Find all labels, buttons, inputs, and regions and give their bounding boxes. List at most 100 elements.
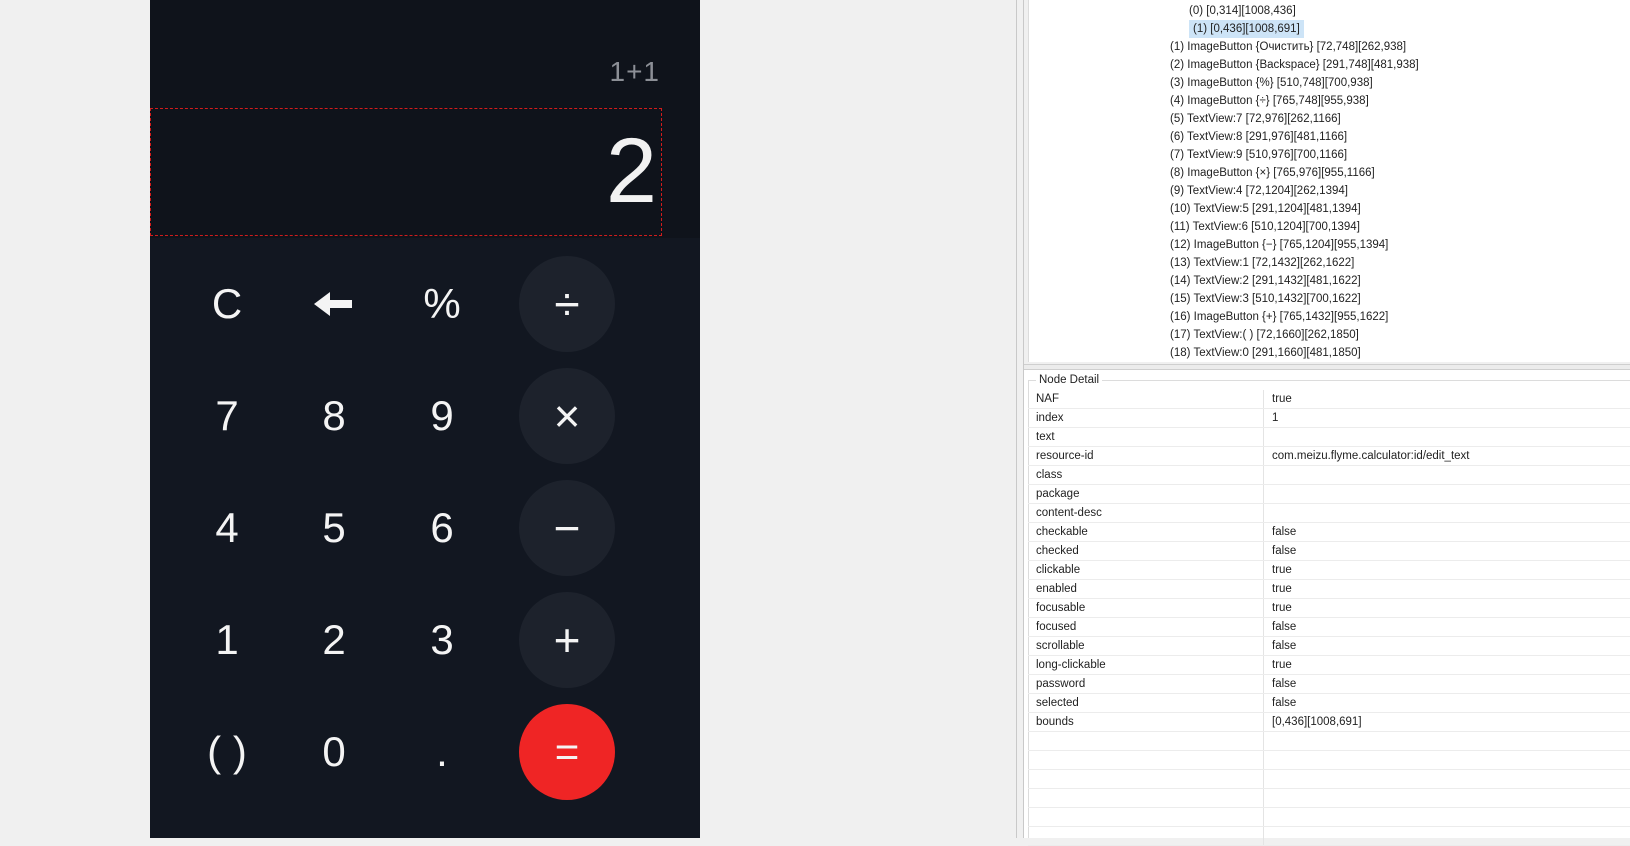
tree-node[interactable]: (6) TextView:8 [291,976][481,1166] [1170, 128, 1347, 146]
detail-key [1028, 732, 1264, 751]
detail-key: checked [1028, 542, 1264, 561]
detail-value: false [1264, 542, 1630, 561]
tree-node[interactable]: (1) ImageButton {Очистить} [72,748][262,… [1170, 38, 1406, 56]
key-label: − [554, 501, 581, 555]
detail-value [1264, 808, 1630, 827]
detail-row[interactable]: checkedfalse [1028, 542, 1630, 561]
detail-row[interactable] [1028, 827, 1630, 846]
detail-value [1264, 732, 1630, 751]
tree-node[interactable]: (13) TextView:1 [72,1432][262,1622] [1170, 254, 1354, 272]
detail-row[interactable]: text [1028, 428, 1630, 447]
detail-row[interactable]: class [1028, 466, 1630, 485]
digit-7-button[interactable]: 7 [179, 368, 275, 464]
detail-row[interactable]: content-desc [1028, 504, 1630, 523]
detail-value [1264, 504, 1630, 523]
parentheses-button[interactable]: ( ) [179, 704, 275, 800]
detail-value [1264, 466, 1630, 485]
tree-node[interactable]: (10) TextView:5 [291,1204][481,1394] [1170, 200, 1361, 218]
hierarchy-tree[interactable]: (0) [0,314][1008,436](1) [0,436][1008,69… [1028, 0, 1630, 362]
result-field[interactable]: 2 [150, 108, 662, 236]
digit-5-button[interactable]: 5 [286, 480, 382, 576]
tree-node[interactable]: (11) TextView:6 [510,1204][700,1394] [1170, 218, 1360, 236]
key-label: 4 [215, 504, 238, 552]
tree-node[interactable]: (7) TextView:9 [510,976][700,1166] [1170, 146, 1347, 164]
detail-key: package [1028, 485, 1264, 504]
detail-value [1264, 485, 1630, 504]
tree-node[interactable]: (2) ImageButton {Backspace} [291,748][48… [1170, 56, 1419, 74]
percent-button[interactable]: % [394, 256, 490, 352]
equals-button[interactable]: = [519, 704, 615, 800]
detail-row[interactable]: scrollablefalse [1028, 637, 1630, 656]
tree-node[interactable]: (14) TextView:2 [291,1432][481,1622] [1170, 272, 1361, 290]
digit-0-button[interactable]: 0 [286, 704, 382, 800]
key-label: 6 [430, 504, 453, 552]
backspace-arrow-icon [314, 290, 354, 318]
detail-row[interactable]: clickabletrue [1028, 561, 1630, 580]
detail-value [1264, 751, 1630, 770]
expression-display: 1+1 [610, 56, 661, 88]
tree-node[interactable]: (5) TextView:7 [72,976][262,1166] [1170, 110, 1341, 128]
digit-1-button[interactable]: 1 [179, 592, 275, 688]
digit-2-button[interactable]: 2 [286, 592, 382, 688]
key-label: 8 [322, 392, 345, 440]
digit-4-button[interactable]: 4 [179, 480, 275, 576]
plus-button[interactable]: + [519, 592, 615, 688]
digit-9-button[interactable]: 9 [394, 368, 490, 464]
detail-row[interactable] [1028, 751, 1630, 770]
key-label: 0 [322, 728, 345, 776]
detail-row[interactable]: package [1028, 485, 1630, 504]
panel-splitter[interactable] [1016, 0, 1024, 838]
tree-node[interactable]: (8) ImageButton {×} [765,976][955,1166] [1170, 164, 1375, 182]
detail-row[interactable]: resource-idcom.meizu.flyme.calculator:id… [1028, 447, 1630, 466]
tree-node[interactable]: (12) ImageButton {−} [765,1204][955,1394… [1170, 236, 1388, 254]
detail-row[interactable]: NAFtrue [1028, 390, 1630, 409]
detail-key: password [1028, 675, 1264, 694]
detail-row[interactable]: focusedfalse [1028, 618, 1630, 637]
key-label: 9 [430, 392, 453, 440]
tree-node[interactable]: (15) TextView:3 [510,1432][700,1622] [1170, 290, 1361, 308]
key-label: 1 [215, 616, 238, 664]
detail-row[interactable] [1028, 732, 1630, 751]
digit-8-button[interactable]: 8 [286, 368, 382, 464]
detail-key [1028, 751, 1264, 770]
tree-node[interactable]: (17) TextView:( ) [72,1660][262,1850] [1170, 326, 1359, 344]
detail-row[interactable]: selectedfalse [1028, 694, 1630, 713]
clear-button[interactable]: C [179, 256, 275, 352]
key-label: = [555, 728, 580, 776]
detail-row[interactable] [1028, 770, 1630, 789]
tree-node[interactable]: (0) [0,314][1008,436] [1189, 2, 1296, 20]
detail-value: false [1264, 675, 1630, 694]
detail-row[interactable]: focusabletrue [1028, 599, 1630, 618]
detail-key [1028, 789, 1264, 808]
detail-value: true [1264, 390, 1630, 409]
tree-node[interactable]: (1) [0,436][1008,691] [1189, 20, 1304, 38]
tree-node[interactable]: (9) TextView:4 [72,1204][262,1394] [1170, 182, 1348, 200]
tree-node[interactable]: (18) TextView:0 [291,1660][481,1850] [1170, 344, 1361, 362]
multiply-button[interactable]: × [519, 368, 615, 464]
tree-node[interactable]: (16) ImageButton {+} [765,1432][955,1622… [1170, 308, 1388, 326]
digit-3-button[interactable]: 3 [394, 592, 490, 688]
key-label: C [212, 280, 242, 328]
detail-value [1264, 827, 1630, 846]
detail-row[interactable]: passwordfalse [1028, 675, 1630, 694]
minus-button[interactable]: − [519, 480, 615, 576]
detail-value: true [1264, 561, 1630, 580]
tree-node[interactable]: (4) ImageButton {÷} [765,748][955,938] [1170, 92, 1369, 110]
detail-row[interactable]: bounds[0,436][1008,691] [1028, 713, 1630, 732]
tree-node[interactable]: (3) ImageButton {%} [510,748][700,938] [1170, 74, 1373, 92]
divide-button[interactable]: ÷ [519, 256, 615, 352]
detail-key [1028, 827, 1264, 846]
detail-row[interactable]: index1 [1028, 409, 1630, 428]
detail-row[interactable]: checkablefalse [1028, 523, 1630, 542]
detail-row[interactable] [1028, 789, 1630, 808]
detail-row[interactable] [1028, 808, 1630, 827]
detail-row[interactable]: enabledtrue [1028, 580, 1630, 599]
node-detail-panel: Node Detail NAFtrueindex1textresource-id… [1024, 370, 1630, 838]
decimal-button[interactable]: . [394, 704, 490, 800]
detail-value: true [1264, 656, 1630, 675]
calculator-screen: 1+1 2 C%÷789×456−123+( )0.= [150, 0, 700, 838]
backspace-button[interactable] [286, 256, 382, 352]
digit-6-button[interactable]: 6 [394, 480, 490, 576]
detail-key: index [1028, 409, 1264, 428]
detail-row[interactable]: long-clickabletrue [1028, 656, 1630, 675]
